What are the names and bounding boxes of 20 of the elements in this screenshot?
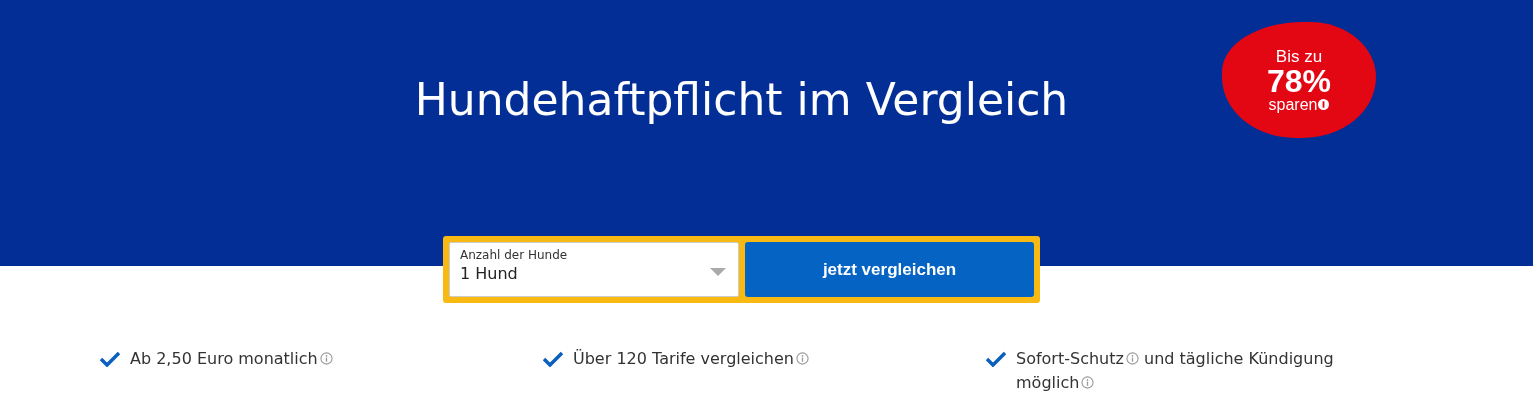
feature-text: Sofort-Schutz (1016, 349, 1124, 368)
page-title: Hundehaftpflicht im Vergleich (414, 74, 1069, 127)
dog-count-select[interactable]: Anzahl der Hunde 1 Hund (449, 242, 739, 297)
compare-button[interactable]: jetzt vergleichen (745, 242, 1034, 297)
feature-text: möglich (1016, 373, 1080, 392)
feature-text: Über 120 Tarife vergleichen (573, 349, 794, 368)
badge-text: sparen (1268, 96, 1318, 113)
check-icon (100, 351, 120, 367)
feature-text: und tägliche Kündigung (1144, 349, 1334, 368)
badge-value: 78% (1266, 64, 1331, 97)
info-icon[interactable] (319, 352, 333, 365)
info-icon[interactable] (1318, 99, 1330, 110)
check-icon (543, 351, 563, 367)
info-icon[interactable] (1125, 352, 1139, 365)
info-icon[interactable] (1081, 376, 1095, 389)
badge-text: Bis zu (1275, 47, 1323, 65)
check-icon (986, 351, 1006, 367)
caret-icon (710, 268, 726, 276)
feature-text: Ab 2,50 Euro monatlich (130, 349, 318, 368)
info-icon[interactable] (795, 352, 809, 365)
